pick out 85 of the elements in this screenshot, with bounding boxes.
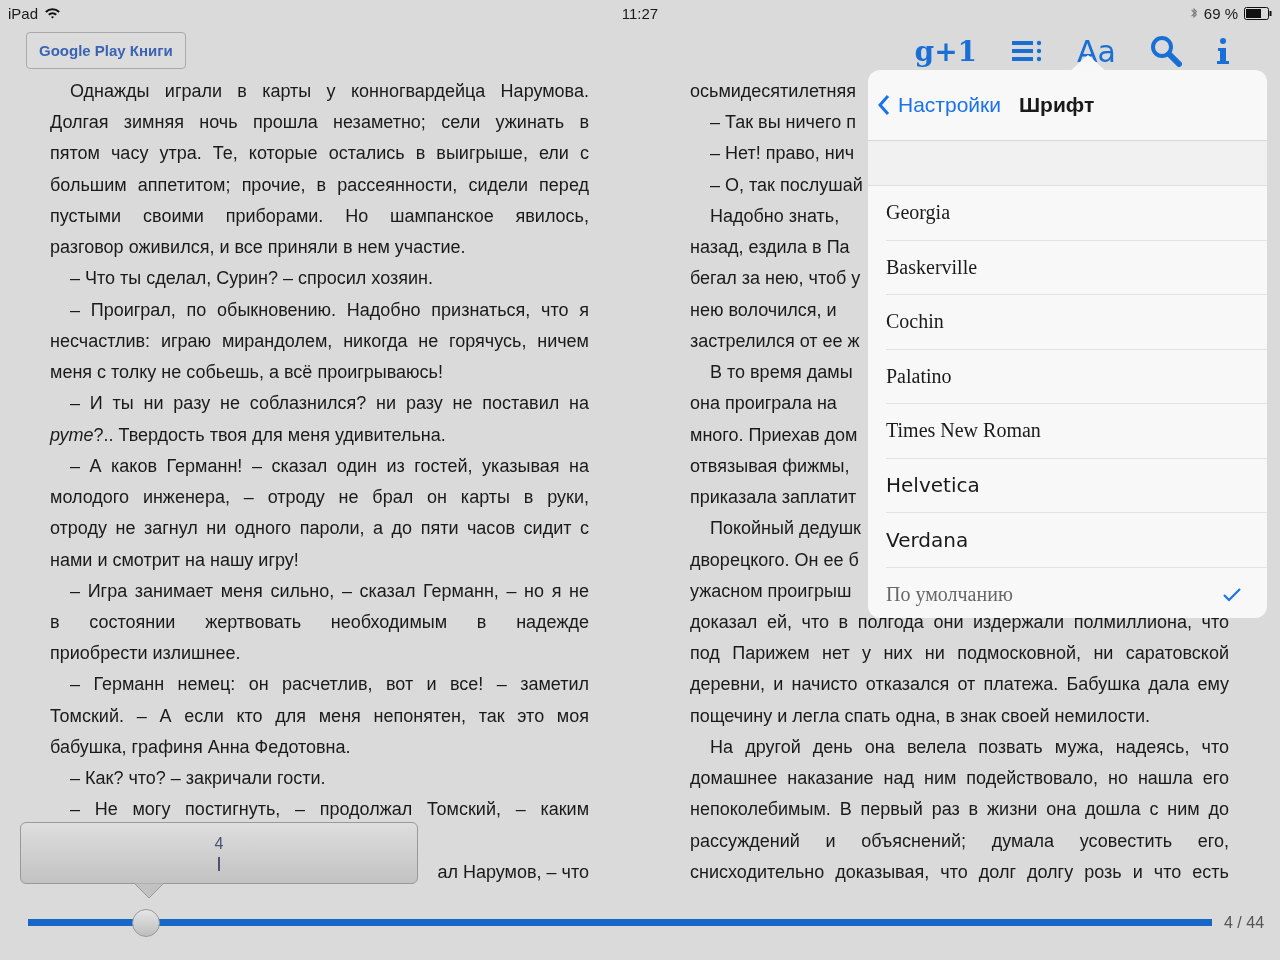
text-line: она проиграла на [690,392,837,416]
font-name: Cochin [886,310,944,334]
settings-back-button[interactable]: Настройки [878,93,1001,117]
text-line: На другой день она велела позвать мужа, надеясь, что [709,735,1229,759]
font-option[interactable]: Cochin [886,295,1267,350]
font-button[interactable]: Aa [1077,33,1116,69]
font-option[interactable]: Times New Roman [886,404,1267,459]
text-line: – Что ты сделал, Сурин? – спросил хозяин. [69,267,433,291]
text-line: – Проиграл, по обыкновению. Надобно признаться, что я [69,298,589,322]
font-name: Verdana [886,527,969,552]
chevron-left-icon [878,94,890,116]
text-line: – А каков Германн! – сказал один из гостей, указывая на [69,454,589,478]
text-line: большим аппетитом; прочие, в рассеянности, сидели перед [50,173,589,197]
text-line: Однажды играли в карты у конногвардейца Нарумова. [69,80,589,103]
text-line: – Германн немец: он расчетлив, вот и все! – заметил [69,673,589,697]
text-line: В то время дамы [709,361,853,385]
battery-percent: 69 % [1203,4,1238,22]
font-option[interactable]: Helvetica [886,458,1267,513]
text-line: – Не могу постигнуть, – продолжал Томский, – каким [69,798,589,822]
text-line: Надобно знать, [709,204,840,228]
text-line: в состоянии жертвовать необходимым в надежде [50,611,589,634]
page-number: 4 [214,835,224,853]
bluetooth-icon [1189,6,1198,20]
text-line: ужасном проигрыш [690,579,852,603]
text-line: – Как? что? – закричали гости. [69,767,326,791]
text-line: – Игра занимает меня сильно, – сказал Германн, – но я не [69,579,589,603]
info-icon[interactable] [1216,37,1230,65]
text-line: – Так вы ничего п [709,111,856,135]
text-line: Покойный дедушк [709,517,861,541]
font-name: Times New Roman [886,419,1041,443]
font-option[interactable]: Baskerville [886,240,1267,295]
text-line: пустыми своими приборами. Но шампанское явилось, [50,204,589,228]
font-name: По умолчанию [886,583,1013,607]
text-line: – И ты ни разу не соблазнился? ни разу не поставил на [69,392,589,416]
text-line: руте?.. Твердость твоя для меня удивительна. [50,423,446,447]
font-name: Baskerville [886,255,978,279]
font-option[interactable]: Palatino [886,349,1267,404]
text-line: меня с толку не собьешь, а всё проигрываюсь! [50,361,443,385]
text-line: Долгая зимняя ночь прошла незаметно; сели ужинать в [50,111,589,135]
text-line: бегал за нею, чтоб у [690,267,861,291]
text-line: нами и смотрит на нашу игру! [50,548,299,572]
text-line: бабушка, графиня Анна Федотовна. [50,735,351,759]
popover-title: Шрифт [1019,93,1095,117]
slider-thumb[interactable] [132,909,161,937]
text-line: домашнее наказание над ним подействовало, но нашла его [690,767,1229,791]
text-line: рассуждений и объяснений; думала усовестить его, [690,829,1229,853]
device-name: iPad [8,4,39,22]
text-line: под Парижем нет у них ни подмосковной, ни саратовской [690,642,1229,666]
text-line: много. Приехав дом [690,423,858,447]
text-line: застрелился от ее ж [690,329,860,353]
checkmark-icon [1223,587,1241,602]
search-icon[interactable] [1150,35,1182,67]
text-line: отвязывая фижмы, [690,454,850,478]
font-name: Georgia [886,201,951,225]
wifi-icon [44,7,62,19]
text-line: – О, так послушай [709,173,863,197]
text-line: приказала заплатит [690,486,857,510]
back-button[interactable]: Google Play Книги [26,31,186,69]
list-icon[interactable] [1011,39,1044,63]
text-line: приобрести излишнее. [50,642,241,666]
text-line: нею волочился, и [690,298,837,322]
plus-one-button[interactable]: g+1 [914,34,978,68]
font-option[interactable]: Georgia [886,186,1267,241]
text-line: разговор оживился, и все приняли в нем участие. [50,236,466,260]
text-line: отроду не загнул ни одного пароли, а до пяти часов сидит с [50,517,589,541]
text-line: непоколебимым. В первый раз в жизни она дошла с ним до [690,798,1229,822]
font-name: Helvetica [886,473,980,498]
text-line: – Нет! право, нич [709,142,855,166]
text-line: Томский. – А если кто для меня непонятен, так это моя [50,704,589,728]
text-line: назад, ездила в Па [690,236,850,260]
text-line: осьмидесятилетняя [690,80,856,103]
text-line: дворецкого. Он ее б [690,548,859,572]
clock-time: 11:27 [621,4,659,22]
text-line: молодого инженера, – отроду не брал он карты в руки, [50,486,589,510]
text-line: несчастлив: играю мирандолем, никогда не горячусь, ничем [50,329,589,353]
text-line: деревни, и начисто отказался от платежа. Бабушка дала ему [690,673,1229,697]
font-name: Palatino [886,364,952,388]
text-line: снисходительно доказывая, что долг долгу розь и что есть [690,860,1229,884]
tick-mark-icon [218,857,220,871]
page-counter: 4 / 44 [1224,914,1265,932]
text-line: пощечину и легла спать одна, в знак своей немилости. [690,704,1150,728]
text-line: ал Нарумов, – что [437,860,589,884]
text-line: пятом часу утра. Те, которые остались в выигрыше, ели с [50,142,589,166]
battery-icon [1244,6,1272,20]
font-option[interactable]: Verdana [886,513,1267,568]
